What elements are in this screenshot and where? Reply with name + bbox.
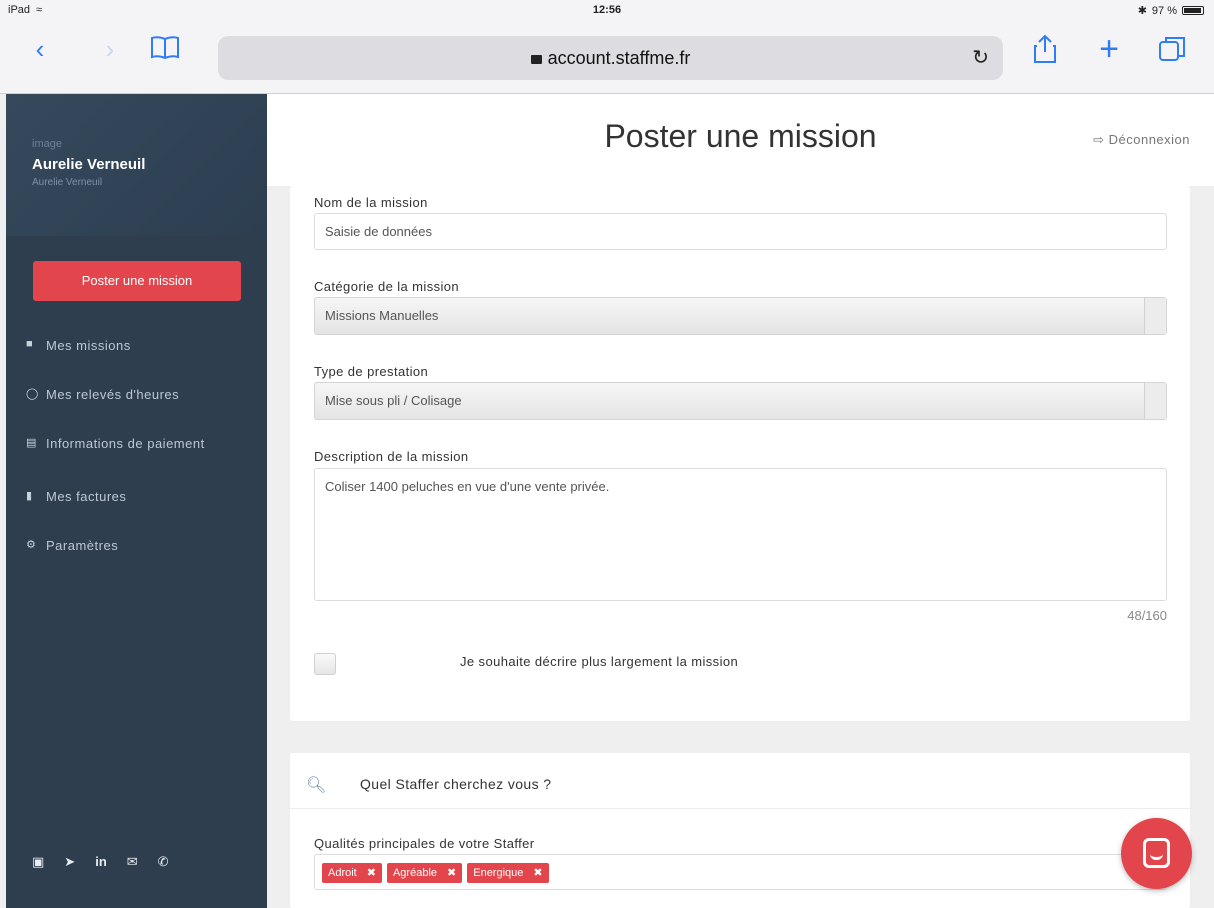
search-icon: 🔍︎ xyxy=(306,777,327,794)
sidebar-item-label: Mes factures xyxy=(46,489,127,504)
bookmarks-icon[interactable] xyxy=(148,34,182,64)
sidebar: image Aurelie Verneuil Aurelie Verneuil … xyxy=(6,94,267,908)
page-title: Poster une mission xyxy=(604,118,877,154)
url-bar[interactable]: account.staffme.fr ↻ xyxy=(218,36,1003,80)
service-type-label: Type de prestation xyxy=(314,364,429,379)
service-type-select[interactable]: Mise sous pli / Colisage xyxy=(314,382,1167,420)
category-label: Catégorie de la mission xyxy=(314,279,460,294)
divider xyxy=(290,808,1190,809)
sidebar-item-label: Mes missions xyxy=(46,338,131,353)
user-name: Aurelie Verneuil xyxy=(32,156,146,173)
tag-label: Energique xyxy=(473,867,524,879)
description-label: Description de la mission xyxy=(314,449,469,464)
linkedin-icon[interactable]: in xyxy=(95,854,107,870)
battery-percent: 97 % xyxy=(1151,4,1177,17)
tag-label: Agréable xyxy=(392,867,438,879)
status-bar: iPad ≈ 12:56 ✱ 97 % xyxy=(0,0,1214,22)
user-subtitle: Aurelie Verneuil xyxy=(32,177,103,188)
sidebar-item-label: Mes relevés d'heures xyxy=(46,387,180,402)
gears-icon: ⚙ xyxy=(26,539,37,551)
chevron-down-icon xyxy=(1144,383,1166,419)
staffer-card: 🔍︎ Quel Staffer cherchez vous ? Qualités… xyxy=(290,753,1190,908)
browser-toolbar: ‹ › account.staffme.fr ↻ + xyxy=(0,22,1214,94)
tabs-icon[interactable] xyxy=(1156,34,1188,64)
facebook-icon[interactable]: ▣ xyxy=(32,854,44,870)
sidebar-item-missions[interactable]: ■ Mes missions xyxy=(26,338,256,353)
logout-link[interactable]: ⇨ Déconnexion xyxy=(1093,132,1190,148)
sidebar-item-invoices[interactable]: ▮ Mes factures xyxy=(26,489,256,504)
back-icon[interactable]: ‹ xyxy=(28,34,52,64)
avatar: image xyxy=(32,138,62,150)
sidebar-item-timesheets[interactable]: ◯ Mes relevés d'heures xyxy=(26,387,256,402)
chevron-down-icon xyxy=(1144,298,1166,334)
share-icon[interactable] xyxy=(1030,34,1060,64)
reload-icon[interactable]: ↻ xyxy=(972,45,989,70)
section-title: Quel Staffer cherchez vous ? xyxy=(360,776,552,792)
service-type-value: Mise sous pli / Colisage xyxy=(325,393,462,408)
tag: Energique ✖ xyxy=(467,863,549,883)
char-counter: 48/160 xyxy=(1127,608,1167,623)
sidebar-item-settings[interactable]: ⚙ Paramètres xyxy=(26,538,256,553)
forward-icon[interactable]: › xyxy=(98,34,122,64)
chat-launcher-button[interactable] xyxy=(1121,818,1192,889)
category-value: Missions Manuelles xyxy=(325,308,439,323)
battery-icon xyxy=(1182,6,1204,15)
file-icon: ▮ xyxy=(26,490,33,502)
describe-more-label: Je souhaite décrire plus largement la mi… xyxy=(460,654,739,669)
mission-form-card: Nom de la mission Saisie de données Caté… xyxy=(290,186,1190,721)
mail-icon[interactable]: ✉ xyxy=(127,854,138,870)
bluetooth-icon: ✱ xyxy=(1137,5,1147,17)
logout-label: Déconnexion xyxy=(1108,132,1190,147)
url-text: account.staffme.fr xyxy=(547,48,691,68)
remove-tag-icon[interactable]: ✖ xyxy=(533,863,542,883)
phone-icon[interactable]: ✆ xyxy=(158,854,169,870)
tag: Adroit ✖ xyxy=(322,863,382,883)
sidebar-nav: ■ Mes missions ◯ Mes relevés d'heures ▤ … xyxy=(26,338,256,587)
credit-card-icon: ▤ xyxy=(26,437,37,449)
tag: Agréable ✖ xyxy=(386,863,463,883)
mission-name-label: Nom de la mission xyxy=(314,195,428,210)
qualities-input[interactable]: Adroit ✖ Agréable ✖ Energique ✖ xyxy=(314,854,1167,890)
post-mission-button[interactable]: Poster une mission xyxy=(33,261,241,301)
sidebar-item-label: Paramètres xyxy=(46,538,119,553)
description-textarea[interactable]: Coliser 1400 peluches en vue d'une vente… xyxy=(314,468,1167,601)
social-links: ▣ ➤ in ✉ ✆ xyxy=(32,854,169,870)
twitter-icon[interactable]: ➤ xyxy=(64,854,75,870)
profile-panel: image Aurelie Verneuil Aurelie Verneuil xyxy=(6,94,267,236)
sidebar-item-payment[interactable]: ▤ Informations de paiement xyxy=(26,436,256,451)
folder-icon: ■ xyxy=(26,338,34,350)
category-select[interactable]: Missions Manuelles xyxy=(314,297,1167,335)
mission-name-input[interactable]: Saisie de données xyxy=(314,213,1167,250)
remove-tag-icon[interactable]: ✖ xyxy=(367,863,376,883)
clock: 12:56 xyxy=(592,4,622,16)
describe-more-checkbox[interactable] xyxy=(314,653,336,675)
chat-icon xyxy=(1143,838,1170,868)
lock-icon xyxy=(530,55,542,64)
page-header: Poster une mission ⇨ Déconnexion xyxy=(267,94,1214,186)
tag-label: Adroit xyxy=(328,867,357,879)
qualities-label: Qualités principales de votre Staffer xyxy=(314,836,535,851)
sidebar-item-label: Informations de paiement xyxy=(46,436,205,451)
remove-tag-icon[interactable]: ✖ xyxy=(447,863,456,883)
clock-icon: ◯ xyxy=(26,388,39,400)
new-tab-icon[interactable]: + xyxy=(1094,32,1124,66)
logout-icon: ⇨ xyxy=(1093,132,1105,147)
